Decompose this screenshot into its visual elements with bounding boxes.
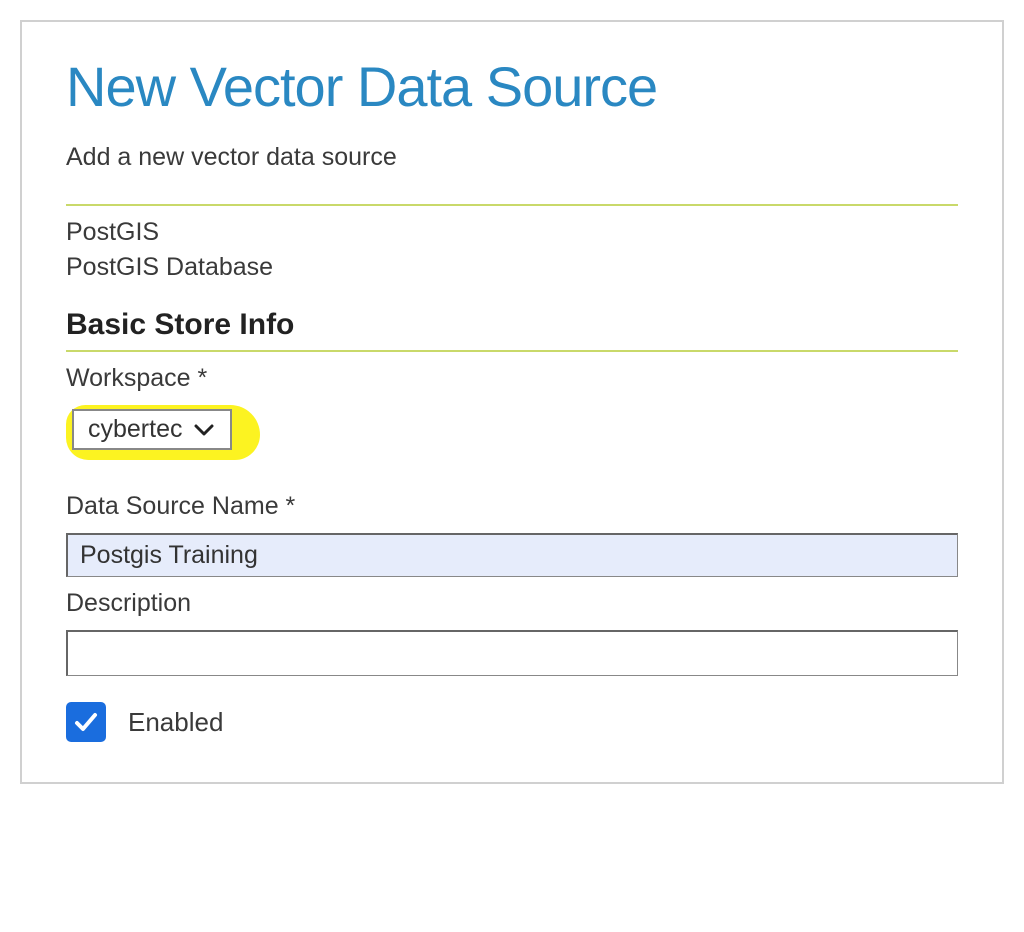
new-data-source-panel: New Vector Data Source Add a new vector …: [20, 20, 1004, 784]
description-label: Description: [66, 589, 958, 618]
chevron-down-icon: [194, 423, 214, 437]
divider: [66, 350, 958, 352]
workspace-selected-value: cybertec: [88, 415, 182, 444]
page-subtitle: Add a new vector data source: [66, 143, 958, 172]
workspace-highlight: cybertec: [66, 405, 260, 460]
enabled-label: Enabled: [128, 707, 223, 738]
data-source-name-input[interactable]: [66, 533, 958, 577]
enabled-checkbox[interactable]: [66, 702, 106, 742]
description-input[interactable]: [66, 630, 958, 676]
store-type-name: PostGIS: [66, 218, 958, 247]
data-source-name-label: Data Source Name *: [66, 492, 958, 521]
divider: [66, 204, 958, 206]
page-title: New Vector Data Source: [66, 54, 958, 119]
workspace-select[interactable]: cybertec: [72, 409, 232, 450]
workspace-label: Workspace *: [66, 364, 958, 393]
enabled-row: Enabled: [66, 702, 958, 742]
store-type-description: PostGIS Database: [66, 253, 958, 282]
section-heading-basic-store-info: Basic Store Info: [66, 308, 958, 342]
